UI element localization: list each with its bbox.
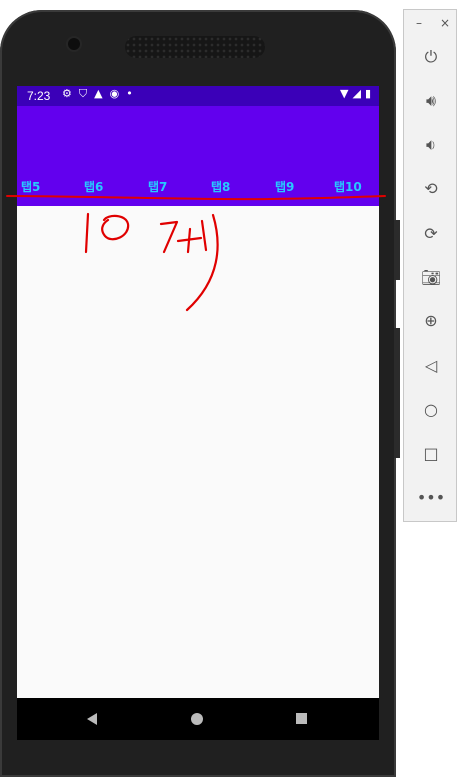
minimize-button[interactable]: – (416, 16, 422, 30)
more-notifications-dot: • (126, 87, 133, 100)
wifi-icon: ▼ (340, 87, 349, 100)
back-icon[interactable]: ◁ (421, 355, 441, 375)
rotate-left-icon[interactable]: ⟲ (421, 178, 441, 198)
tab-6[interactable]: 탭6 (84, 178, 103, 195)
close-button[interactable]: × (440, 16, 450, 30)
power-button (394, 328, 400, 458)
status-bar: 7:23 ⚙ ⛉ ▲ ◉ • ▼ ◢ ▮ (17, 86, 379, 106)
status-time: 7:23 (27, 89, 51, 103)
settings-icon: ⚙ (62, 87, 72, 100)
tab-8[interactable]: 탭8 (211, 178, 230, 195)
system-icons: ▼ ◢ ▮ (340, 87, 371, 100)
volume-button (394, 220, 400, 280)
tab-9[interactable]: 탭9 (275, 178, 294, 195)
navigation-bar (17, 698, 379, 740)
more-icon[interactable]: ••• (417, 487, 445, 507)
signal-icon: ◢ (352, 87, 361, 100)
recent-apps-icon[interactable] (296, 713, 307, 724)
battery-icon: ▮ (364, 87, 371, 100)
phone-frame: 7:23 ⚙ ⛉ ▲ ◉ • ▼ ◢ ▮ 탭5 탭6 탭7 탭8 탭9 탭10 (0, 10, 400, 777)
shield-icon: ⛉ (78, 87, 88, 100)
overview-icon[interactable]: □ (421, 443, 441, 463)
app-icon: ▲ (94, 87, 103, 100)
tab-10[interactable]: 탭10 (334, 178, 362, 195)
sync-icon: ◉ (109, 87, 120, 100)
volume-up-icon[interactable]: 🔊︎ (421, 91, 441, 111)
back-icon[interactable] (87, 713, 97, 725)
zoom-icon[interactable]: ⊕ (421, 310, 441, 330)
speaker-grille (125, 36, 265, 58)
rotate-right-icon[interactable]: ⟳ (421, 223, 441, 243)
tab-strip[interactable]: 탭5 탭6 탭7 탭8 탭9 탭10 (17, 170, 379, 206)
front-camera (68, 38, 80, 50)
emulator-toolbar: – × ⏻ 🔊︎ 🔉︎ ⟲ ⟳ 📷︎ ⊕ ◁ ○ □ ••• (403, 9, 457, 522)
camera-icon[interactable]: 📷︎ (421, 267, 441, 287)
tab-7[interactable]: 탭7 (148, 178, 167, 195)
tab-5[interactable]: 탭5 (21, 178, 40, 195)
app-bar: 탭5 탭6 탭7 탭8 탭9 탭10 (17, 106, 379, 206)
device-screen: 7:23 ⚙ ⛉ ▲ ◉ • ▼ ◢ ▮ 탭5 탭6 탭7 탭8 탭9 탭10 (17, 86, 379, 740)
power-icon[interactable]: ⏻ (421, 47, 441, 67)
volume-down-icon[interactable]: 🔉︎ (421, 135, 441, 155)
window-controls: – × (416, 16, 450, 30)
home-icon[interactable]: ○ (421, 399, 441, 419)
home-icon[interactable] (191, 713, 203, 725)
notification-icons: ⚙ ⛉ ▲ ◉ • (62, 87, 133, 101)
